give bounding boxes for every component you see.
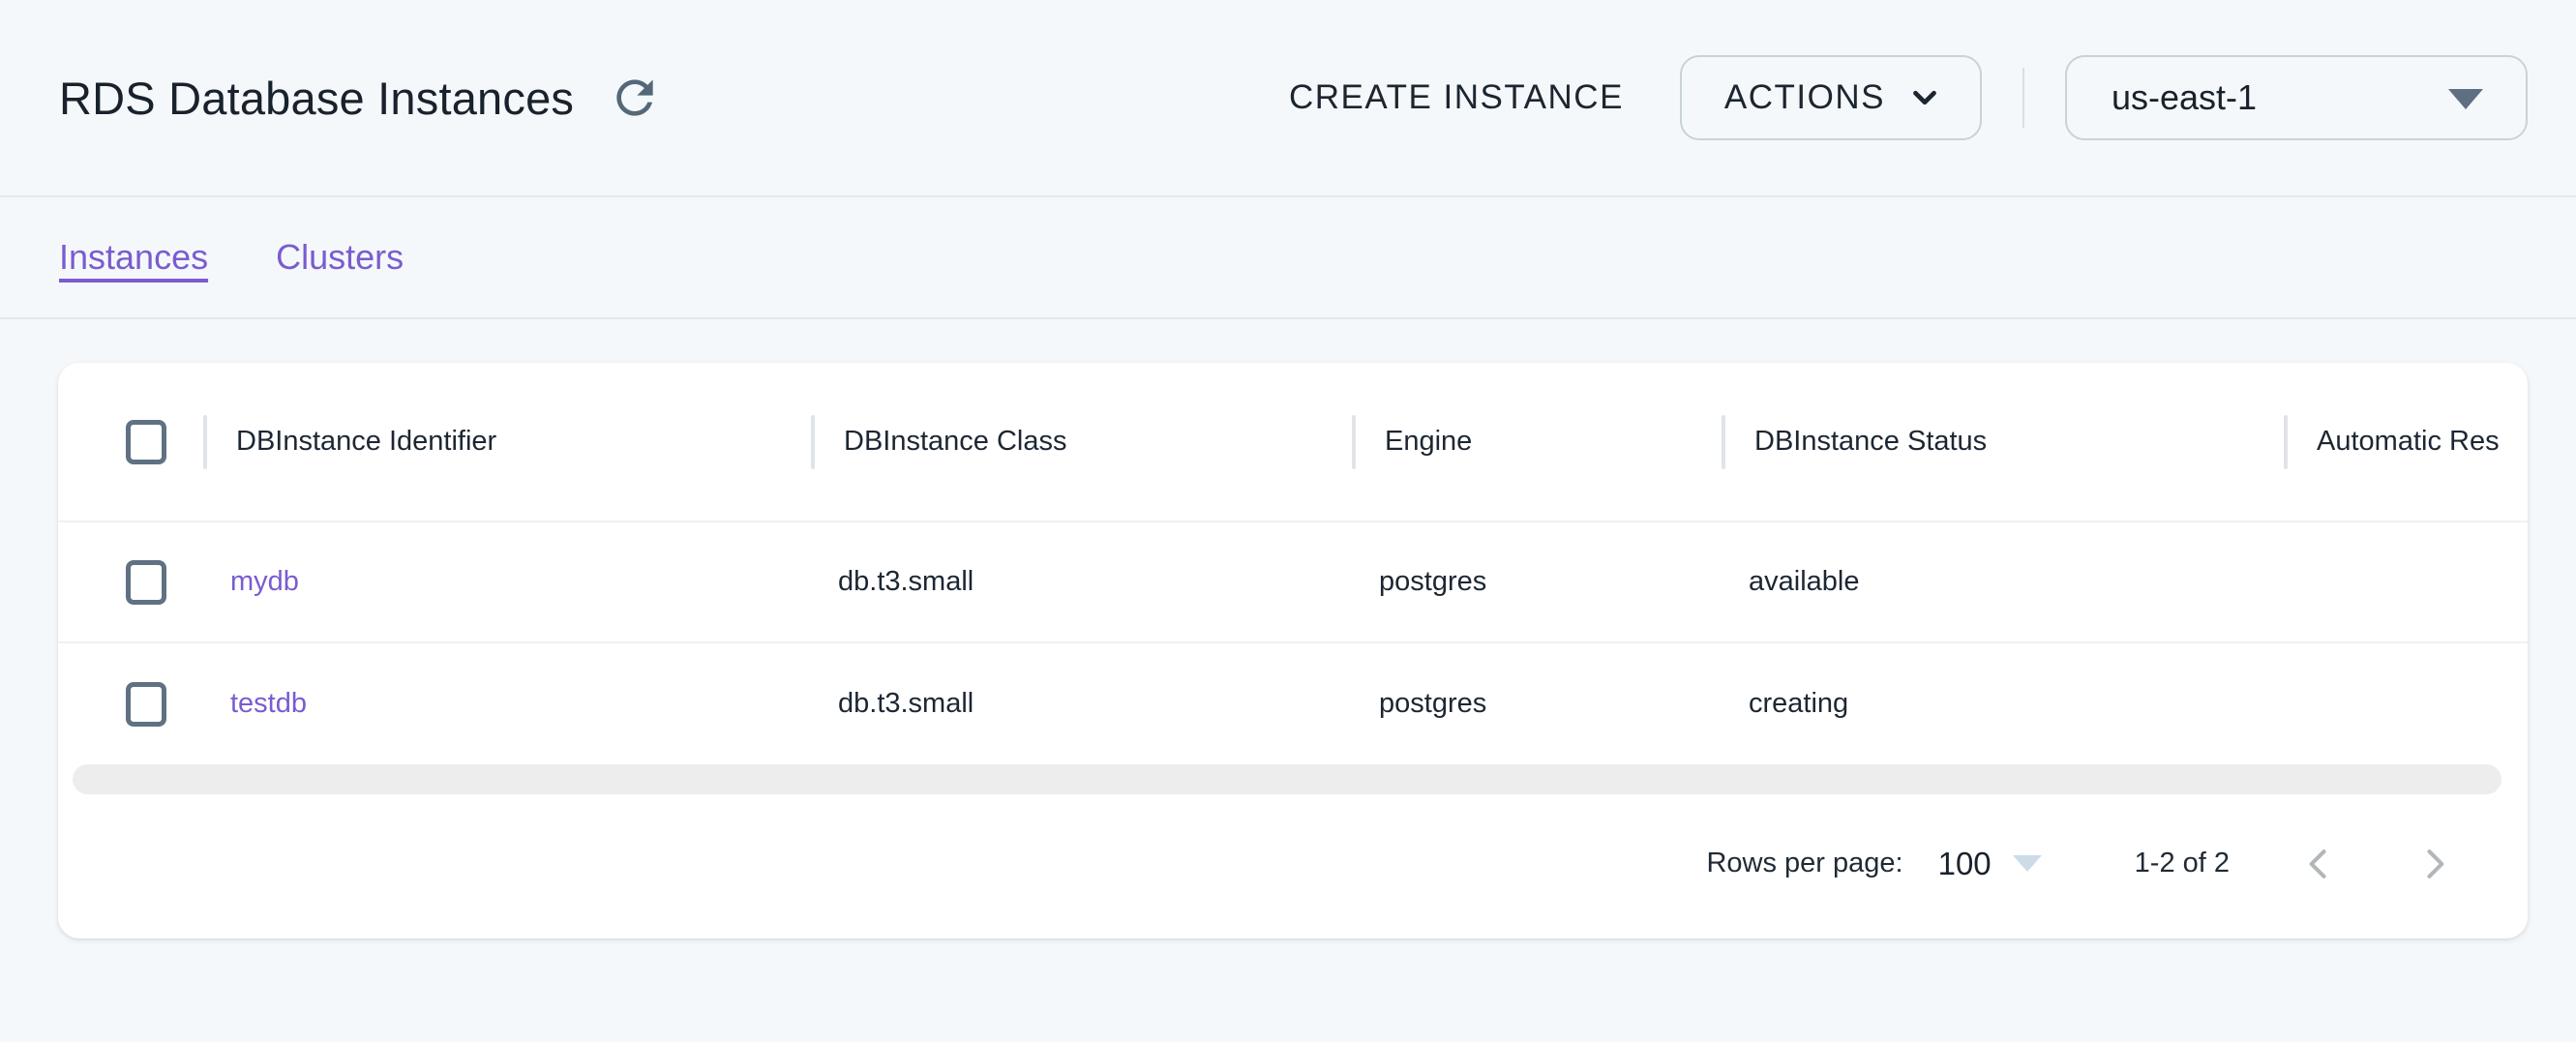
rds-instances-page: RDS Database Instances CREATE INSTANCE A… — [0, 0, 2576, 1042]
refresh-button[interactable] — [605, 68, 665, 128]
column-divider — [1352, 415, 1356, 469]
cell-status: creating — [1722, 688, 2284, 720]
row-checkbox[interactable] — [126, 682, 166, 727]
cell-identifier: testdb — [203, 688, 811, 720]
page-range-label: 1-2 of 2 — [2135, 848, 2230, 879]
table-row: mydb db.t3.small postgres available — [58, 522, 2528, 643]
column-divider — [1722, 415, 1725, 469]
tab-instances[interactable]: Instances — [59, 237, 208, 278]
caret-down-icon — [2013, 855, 2042, 872]
cell-engine: postgres — [1352, 566, 1722, 598]
select-all-checkbox[interactable] — [126, 420, 166, 464]
region-select[interactable]: us-east-1 — [2065, 55, 2528, 140]
cell-class: db.t3.small — [811, 688, 1352, 720]
cell-engine: postgres — [1352, 688, 1722, 720]
column-header-dbinstance-status: DBInstance Status — [1722, 415, 2284, 469]
tab-clusters[interactable]: Clusters — [276, 237, 404, 278]
refresh-icon — [608, 71, 662, 125]
chevron-right-icon — [2413, 843, 2456, 885]
header-checkbox-cell — [58, 420, 203, 464]
create-instance-button[interactable]: CREATE INSTANCE — [1266, 61, 1647, 134]
cell-class: db.t3.small — [811, 566, 1352, 598]
column-header-dbinstance-class: DBInstance Class — [811, 415, 1352, 469]
instances-table-card: DBInstance Identifier DBInstance Class E… — [58, 363, 2528, 938]
next-page-button[interactable] — [2408, 837, 2462, 891]
column-divider — [2284, 415, 2288, 469]
column-header-engine: Engine — [1352, 415, 1722, 469]
header-divider — [2022, 68, 2024, 128]
chevron-left-icon — [2297, 843, 2340, 885]
horizontal-scrollbar[interactable] — [73, 764, 2501, 794]
column-header-dbinstance-identifier: DBInstance Identifier — [203, 415, 811, 469]
pagination-bar: Rows per page: 100 1-2 of 2 — [58, 794, 2528, 938]
table-header-row: DBInstance Identifier DBInstance Class E… — [58, 363, 2528, 522]
actions-button[interactable]: ACTIONS — [1680, 55, 1982, 140]
cell-identifier: mydb — [203, 566, 811, 598]
row-checkbox[interactable] — [126, 560, 166, 605]
rows-per-page-label: Rows per page: — [1706, 848, 1902, 879]
rows-per-page-value: 100 — [1938, 846, 1992, 882]
row-checkbox-cell — [58, 682, 203, 727]
page-header: RDS Database Instances CREATE INSTANCE A… — [0, 0, 2576, 197]
region-select-value: us-east-1 — [2112, 77, 2257, 118]
prev-page-button[interactable] — [2291, 837, 2346, 891]
column-header-automatic-res: Automatic Res — [2284, 415, 2528, 469]
row-checkbox-cell — [58, 560, 203, 605]
column-divider — [811, 415, 815, 469]
tab-bar: Instances Clusters — [0, 197, 2576, 319]
table-row: testdb db.t3.small postgres creating — [58, 643, 2528, 764]
chevron-down-icon — [1906, 79, 1943, 116]
actions-button-label: ACTIONS — [1724, 78, 1885, 117]
column-divider — [203, 415, 207, 469]
page-title: RDS Database Instances — [59, 72, 574, 125]
instance-link[interactable]: mydb — [230, 566, 299, 597]
rows-per-page-select[interactable]: 100 — [1938, 846, 2042, 882]
cell-status: available — [1722, 566, 2284, 598]
instance-link[interactable]: testdb — [230, 688, 307, 719]
caret-down-icon — [2448, 89, 2483, 109]
